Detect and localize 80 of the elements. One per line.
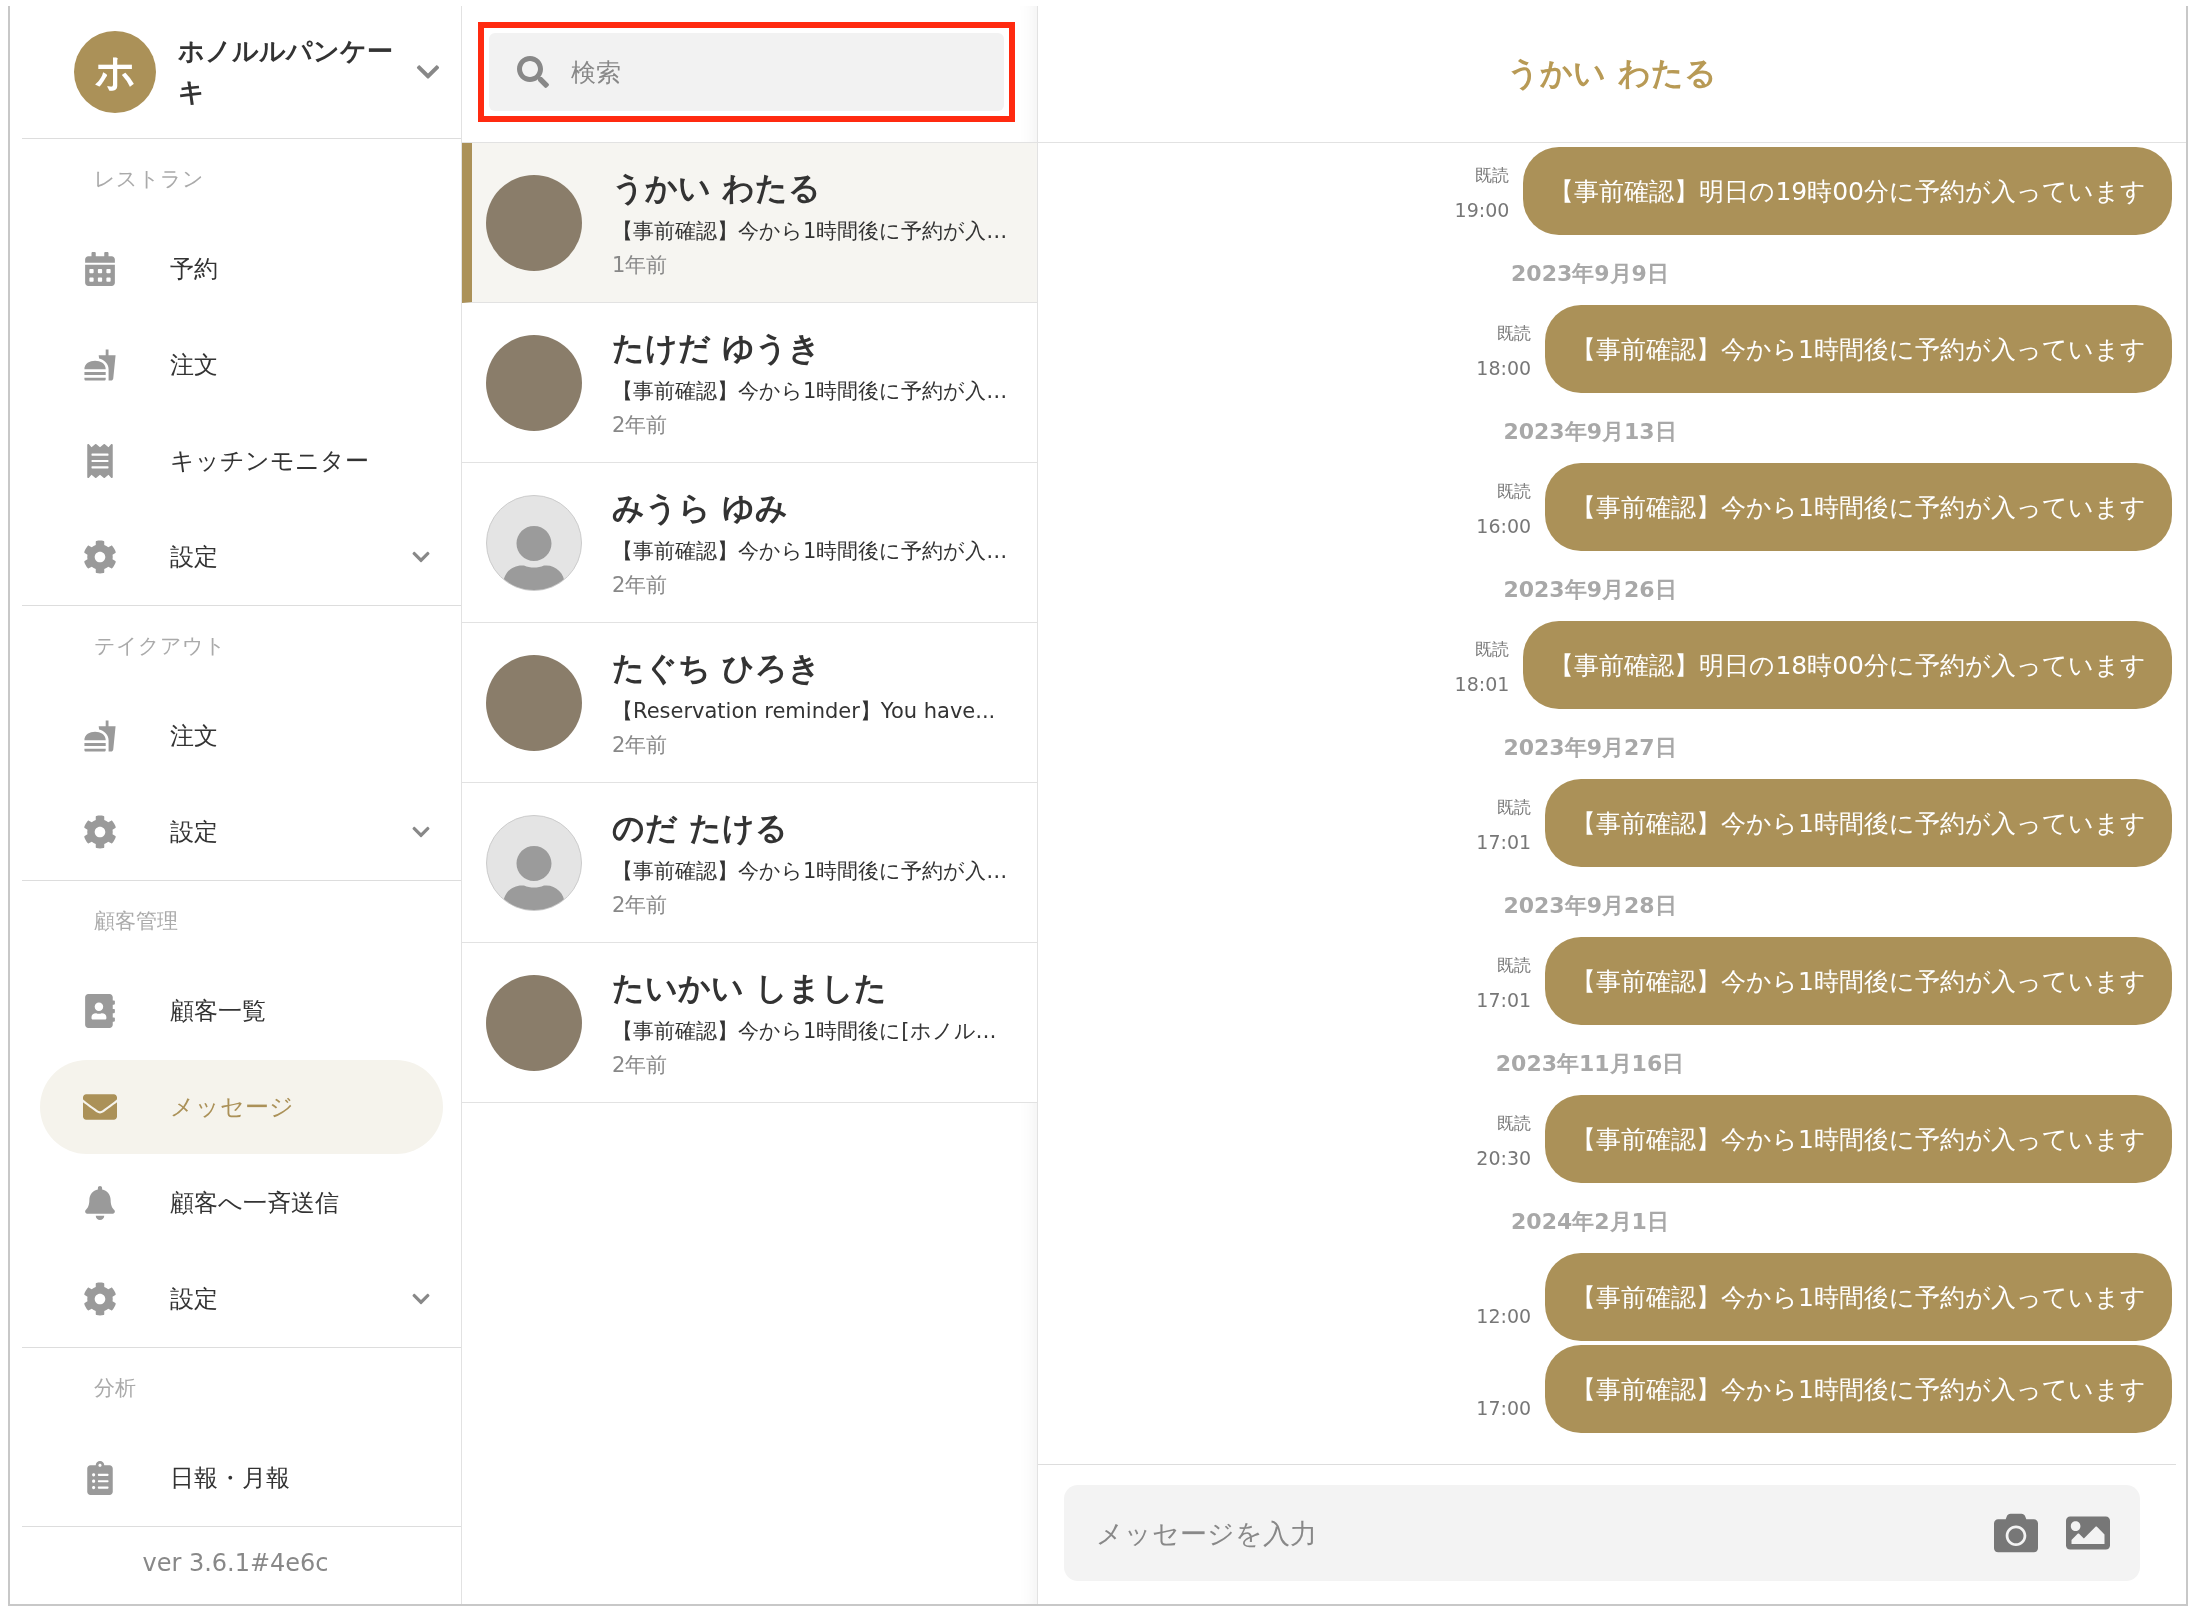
conversation-item[interactable]: たいかい しました 【事前確認】今から1時間後に[ホノル… 2年前 bbox=[462, 943, 1037, 1103]
section-label: 分析 bbox=[94, 1376, 136, 1400]
conversation-item[interactable]: たぐち ひろき 【Reservation reminder】You have... 2年前 bbox=[462, 623, 1037, 783]
nav-item[interactable]: 設定 bbox=[22, 1251, 461, 1347]
message-time: 17:01 bbox=[1476, 831, 1532, 853]
store-name: ホノルルパンケーキ bbox=[178, 35, 393, 109]
search-icon bbox=[517, 56, 549, 88]
contact-name: うかい わたる bbox=[612, 167, 823, 209]
timestamp: 2年前 bbox=[612, 411, 669, 439]
message-preview: 【Reservation reminder】You have... bbox=[612, 697, 996, 725]
message-time: 20:30 bbox=[1476, 1147, 1532, 1169]
section-label: レストラン bbox=[94, 167, 204, 191]
contact-name: みうら ゆみ bbox=[612, 487, 790, 529]
message-bubble: 【事前確認】今から1時間後に予約が入っています bbox=[1545, 305, 2172, 393]
message-time: 18:00 bbox=[1476, 357, 1532, 379]
chat-title: うかい わたる bbox=[1507, 53, 1717, 94]
message-bubble: 【事前確認】今から1時間後に予約が入っています bbox=[1545, 1345, 2172, 1433]
read-receipt: 既読 bbox=[1497, 480, 1532, 503]
message-bubble: 【事前確認】今から1時間後に予約が入っています bbox=[1545, 1253, 2172, 1341]
conversation-item[interactable]: のだ たける 【事前確認】今から1時間後に予約が入… 2年前 bbox=[462, 783, 1037, 943]
read-receipt: 既読 bbox=[1497, 954, 1532, 977]
timestamp: 1年前 bbox=[612, 251, 669, 279]
camera-icon[interactable] bbox=[1994, 1511, 2038, 1555]
message-bubble: 【事前確認】明日の18時00分に予約が入っています bbox=[1523, 621, 2172, 709]
message-time: 12:00 bbox=[1476, 1305, 1532, 1327]
message-input[interactable]: メッセージを入力 bbox=[1094, 1516, 1966, 1550]
conversation-item[interactable]: たけだ ゆうき 【事前確認】今から1時間後に予約が入… 2年前 bbox=[462, 303, 1037, 463]
read-receipt: 既読 bbox=[1475, 164, 1510, 187]
read-receipt: 既読 bbox=[1475, 638, 1510, 661]
timestamp: 2年前 bbox=[612, 731, 669, 759]
nav-item[interactable]: キッチンモニター bbox=[22, 413, 461, 509]
read-receipt: 既読 bbox=[1497, 796, 1532, 819]
message-preview: 【事前確認】今から1時間後に予約が入… bbox=[612, 537, 1008, 565]
nav-item[interactable]: 顧客一覧 bbox=[22, 963, 461, 1059]
date-label: 2023年9月27日 bbox=[1503, 734, 1677, 762]
contact-name: たいかい しました bbox=[612, 967, 889, 1009]
search-field[interactable]: 検索 bbox=[569, 56, 976, 88]
read-receipt: 既読 bbox=[1497, 322, 1532, 345]
message-preview: 【事前確認】今から1時間後に[ホノル… bbox=[612, 1017, 997, 1045]
timestamp: 2年前 bbox=[612, 1051, 669, 1079]
nav-item[interactable]: 予約 bbox=[22, 221, 461, 317]
nav-item[interactable]: 設定 bbox=[22, 784, 461, 880]
read-receipt: 既読 bbox=[1497, 1112, 1532, 1135]
date-label: 2023年9月28日 bbox=[1503, 892, 1677, 920]
contact-name: のだ たける bbox=[612, 807, 790, 849]
message-time: 16:00 bbox=[1476, 515, 1532, 537]
nav-item[interactable]: 注文 bbox=[22, 688, 461, 784]
message-time: 17:01 bbox=[1476, 989, 1532, 1011]
timestamp: 2年前 bbox=[612, 571, 669, 599]
message-bubble: 【事前確認】今から1時間後に予約が入っています bbox=[1545, 779, 2172, 867]
contact-name: たけだ ゆうき bbox=[612, 327, 823, 369]
conversation-item[interactable]: みうら ゆみ 【事前確認】今から1時間後に予約が入… 2年前 bbox=[462, 463, 1037, 623]
message-preview: 【事前確認】今から1時間後に予約が入… bbox=[612, 377, 1008, 405]
message-preview: 【事前確認】今から1時間後に予約が入… bbox=[612, 217, 1008, 245]
message-time: 18:01 bbox=[1454, 673, 1510, 695]
nav-item[interactable]: 設定 bbox=[22, 509, 461, 605]
message-bubble: 【事前確認】今から1時間後に予約が入っています bbox=[1545, 937, 2172, 1025]
nav-item[interactable]: 顧客へ一斉送信 bbox=[22, 1155, 461, 1251]
date-label: 2023年9月26日 bbox=[1503, 576, 1677, 604]
message-bubble: 【事前確認】今から1時間後に予約が入っています bbox=[1545, 1095, 2172, 1183]
date-label: 2023年9月13日 bbox=[1503, 418, 1677, 446]
date-label: 2023年9月9日 bbox=[1511, 260, 1669, 288]
message-bubble: 【事前確認】今から1時間後に予約が入っています bbox=[1545, 463, 2172, 551]
input-bar[interactable]: メッセージを入力 bbox=[1064, 1485, 2140, 1581]
date-label: 2023年11月16日 bbox=[1495, 1050, 1685, 1078]
version-label: ver 3.6.1#4e6c bbox=[142, 1549, 329, 1577]
message-time: 19:00 bbox=[1454, 199, 1510, 221]
message-time: 17:00 bbox=[1476, 1397, 1532, 1419]
date-label: 2024年2月1日 bbox=[1511, 1208, 1669, 1236]
contact-name: たぐち ひろき bbox=[612, 647, 823, 689]
nav-item[interactable]: 注文 bbox=[22, 317, 461, 413]
search-bar[interactable]: 検索 bbox=[489, 33, 1004, 111]
nav-item[interactable]: 日報・月報 bbox=[22, 1430, 461, 1526]
section-label: 顧客管理 bbox=[94, 909, 178, 933]
message-bubble: 【事前確認】明日の19時00分に予約が入っています bbox=[1523, 147, 2172, 235]
store-avatar: ホ bbox=[74, 31, 156, 113]
section-label: テイクアウト bbox=[94, 634, 226, 658]
timestamp: 2年前 bbox=[612, 891, 669, 919]
conversation-item[interactable]: うかい わたる 【事前確認】今から1時間後に予約が入… 1年前 bbox=[462, 143, 1037, 303]
message-preview: 【事前確認】今から1時間後に予約が入… bbox=[612, 857, 1008, 885]
